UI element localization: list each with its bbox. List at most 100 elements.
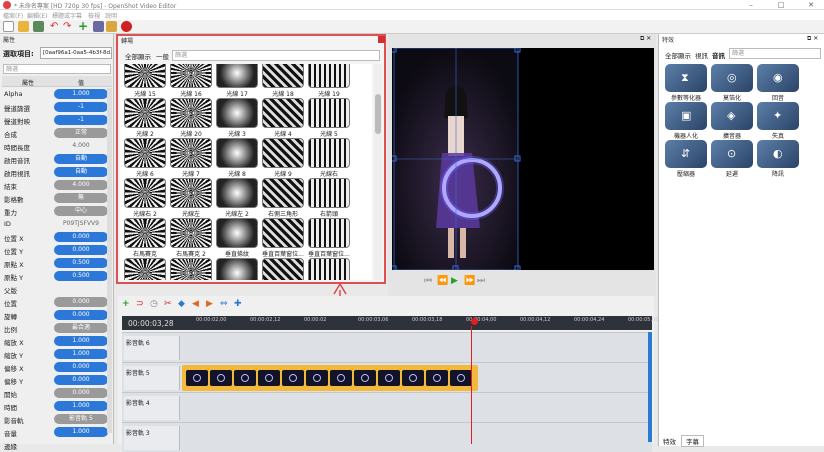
timeline-track[interactable]: 影音軌 5: [122, 362, 652, 392]
property-row[interactable]: Alpha 1.000: [2, 88, 112, 100]
transition-thumbnail[interactable]: [308, 178, 350, 208]
property-row[interactable]: 音量 1.000: [2, 426, 112, 438]
transition-thumbnail[interactable]: [170, 178, 212, 208]
effect-thumbnail[interactable]: ⧗: [665, 64, 707, 92]
timeline-track[interactable]: 影音軌 6: [122, 332, 652, 362]
tab-common[interactable]: 一般: [156, 51, 169, 61]
menu-file[interactable]: 檔案(F): [3, 11, 23, 20]
effects-tab-video[interactable]: 視訊: [695, 50, 708, 60]
property-value[interactable]: 正常: [54, 128, 108, 138]
transition-thumbnail[interactable]: [308, 258, 350, 280]
transition-thumbnail[interactable]: [308, 218, 350, 248]
transition-thumbnail[interactable]: [262, 258, 304, 280]
property-value[interactable]: -1: [54, 115, 108, 125]
property-row[interactable]: 旋轉 0.000: [2, 309, 112, 321]
transition-thumbnail[interactable]: [124, 98, 166, 128]
transition-thumbnail[interactable]: [262, 98, 304, 128]
properties-scrollbar[interactable]: [107, 88, 112, 433]
property-row[interactable]: 啟用音訊 自動: [2, 153, 112, 165]
property-row[interactable]: 縮放 Y 1.000: [2, 348, 112, 360]
transition-thumbnail[interactable]: [124, 218, 166, 248]
save-project-icon[interactable]: [33, 21, 44, 32]
property-value[interactable]: 1.000: [54, 427, 108, 437]
video-clip[interactable]: [182, 365, 478, 391]
property-row[interactable]: 開始 0.000: [2, 387, 112, 399]
effect-thumbnail[interactable]: ◈: [711, 102, 753, 130]
property-row[interactable]: 位置 0.000: [2, 296, 112, 308]
fullscreen-icon[interactable]: [106, 21, 117, 32]
effect-thumbnail[interactable]: ◎: [711, 64, 753, 92]
playhead-marker[interactable]: [471, 318, 478, 325]
transition-thumbnail[interactable]: [216, 138, 258, 168]
effect-thumbnail[interactable]: ⊙: [711, 140, 753, 168]
transition-thumbnail[interactable]: [216, 64, 258, 88]
property-value[interactable]: 0.500: [54, 258, 108, 268]
scissors-icon[interactable]: ✂: [164, 299, 172, 309]
track-header[interactable]: 影音軌 5: [124, 366, 180, 390]
selected-item-dropdown[interactable]: [0aaf96a1-0aa5-4b3f-8d...: [40, 47, 112, 59]
rewind-icon[interactable]: ⏪: [437, 276, 448, 286]
property-row[interactable]: 縮放 X 1.000: [2, 335, 112, 347]
property-value[interactable]: 1.000: [54, 401, 108, 411]
property-row[interactable]: 合成 正常: [2, 127, 112, 139]
property-value[interactable]: 0.000: [54, 388, 108, 398]
property-value[interactable]: 自動: [54, 167, 108, 177]
transition-thumbnail[interactable]: [216, 258, 258, 280]
property-row[interactable]: 比例 最合適: [2, 322, 112, 334]
next-marker-icon[interactable]: ▶: [206, 299, 213, 309]
preview-dock-icons[interactable]: ⧉ ✕: [640, 35, 651, 43]
transition-thumbnail[interactable]: [262, 64, 304, 88]
bottom-tab-effects[interactable]: 特效: [663, 436, 676, 446]
property-value[interactable]: [54, 440, 108, 450]
transition-thumbnail[interactable]: [170, 138, 212, 168]
transition-thumbnail[interactable]: [262, 138, 304, 168]
timeline-ruler[interactable]: 00:00:03,28 00:00:02,00 00:00:02,12 00:00:…: [122, 316, 658, 330]
transition-thumbnail[interactable]: [262, 178, 304, 208]
transition-thumbnail[interactable]: [308, 138, 350, 168]
property-row[interactable]: 原點 Y 0.500: [2, 270, 112, 282]
property-value[interactable]: 1.000: [54, 349, 108, 359]
profile-icon[interactable]: [93, 21, 104, 32]
video-preview[interactable]: [390, 46, 654, 272]
timeline-scrollbar[interactable]: [648, 332, 652, 442]
timeline-track[interactable]: 影音軌 3: [122, 422, 652, 452]
property-row[interactable]: 偏移 X 0.000: [2, 361, 112, 373]
export-video-icon[interactable]: [121, 21, 132, 32]
property-row[interactable]: 結束 4.000: [2, 179, 112, 191]
effect-thumbnail[interactable]: ◐: [757, 140, 799, 168]
property-row[interactable]: 聲道對映 -1: [2, 114, 112, 126]
transition-thumbnail[interactable]: [124, 258, 166, 280]
property-row[interactable]: 邊緣: [2, 439, 112, 451]
magnet-icon[interactable]: ⊃: [136, 299, 144, 309]
effects-filter-input[interactable]: 篩選: [729, 48, 821, 59]
property-row[interactable]: 位置 X 0.000: [2, 231, 112, 243]
effect-thumbnail[interactable]: ✦: [757, 102, 799, 130]
property-value[interactable]: 0.000: [54, 245, 108, 255]
transition-thumbnail[interactable]: [170, 64, 212, 88]
transition-thumbnail[interactable]: [124, 178, 166, 208]
effects-tab-show-all[interactable]: 全部顯示: [665, 50, 691, 60]
snap-icon[interactable]: ✚: [234, 299, 242, 309]
jump-start-icon[interactable]: ⏮: [424, 276, 432, 286]
effect-thumbnail[interactable]: ▣: [665, 102, 707, 130]
maximize-button[interactable]: □: [770, 0, 792, 10]
property-value[interactable]: 0.000: [54, 297, 108, 307]
menu-help[interactable]: 說明: [105, 11, 117, 20]
effect-thumbnail[interactable]: ⇵: [665, 140, 707, 168]
transition-thumbnail[interactable]: [216, 218, 258, 248]
property-value[interactable]: -1: [54, 102, 108, 112]
prev-marker-icon[interactable]: ◀: [192, 299, 199, 309]
property-value[interactable]: 最合適: [54, 323, 108, 333]
transition-thumbnail[interactable]: [124, 64, 166, 88]
property-row[interactable]: 重力 中心: [2, 205, 112, 217]
property-row[interactable]: 原點 X 0.500: [2, 257, 112, 269]
razor-icon[interactable]: ◷: [150, 299, 158, 309]
transition-thumbnail[interactable]: [170, 98, 212, 128]
transition-thumbnail[interactable]: [170, 218, 212, 248]
property-value[interactable]: 0.000: [54, 310, 108, 320]
tab-show-all[interactable]: 全部顯示: [125, 51, 151, 61]
menu-edit[interactable]: 編輯(E): [27, 11, 47, 20]
transitions-scrollbar[interactable]: [374, 64, 382, 280]
transition-thumbnail[interactable]: [308, 64, 350, 88]
property-value[interactable]: 0.000: [54, 375, 108, 385]
